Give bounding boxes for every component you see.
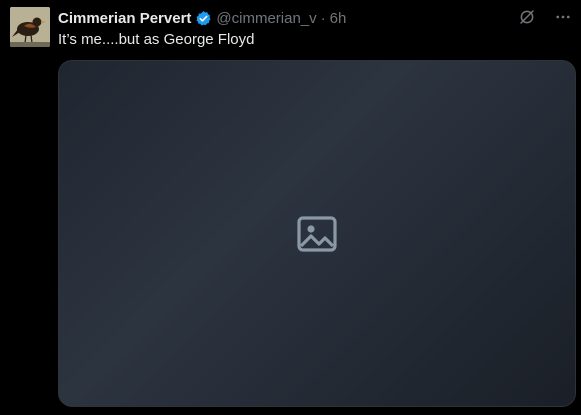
separator-dot: · xyxy=(320,9,326,27)
bird-avatar-icon xyxy=(10,7,50,47)
grok-icon[interactable] xyxy=(517,7,537,27)
user-handle[interactable]: @cimmerian_v xyxy=(216,10,316,27)
tweet[interactable]: Cimmerian Pervert @cimmerian_v · 6h It’s xyxy=(0,0,581,415)
image-icon xyxy=(297,215,337,252)
timestamp[interactable]: 6h xyxy=(330,10,347,27)
tweet-header: Cimmerian Pervert @cimmerian_v · 6h xyxy=(58,8,521,28)
image-placeholder xyxy=(293,210,341,258)
avatar[interactable] xyxy=(10,7,50,47)
verified-badge-icon[interactable] xyxy=(195,10,212,27)
header-actions xyxy=(517,7,573,27)
more-icon[interactable] xyxy=(553,7,573,27)
tweet-media-image[interactable] xyxy=(58,60,576,407)
display-name[interactable]: Cimmerian Pervert xyxy=(58,10,191,27)
tweet-text: It’s me....but as George Floyd xyxy=(58,31,255,48)
